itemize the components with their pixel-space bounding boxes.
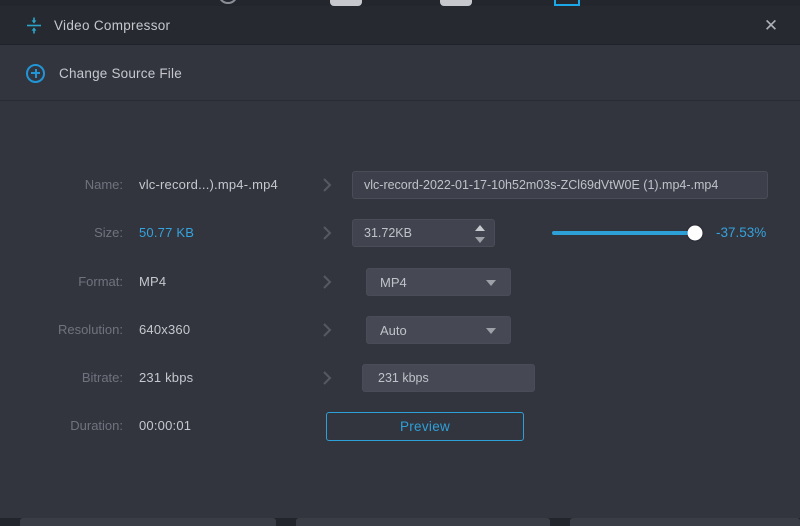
size-current-value: 50.77 KB xyxy=(139,219,194,247)
format-label: Format: xyxy=(0,268,123,296)
bitrate-input[interactable] xyxy=(362,364,535,392)
background-window-top-edge xyxy=(0,0,800,6)
change-source-file[interactable]: Change Source File xyxy=(0,46,800,101)
caret-down-icon xyxy=(486,280,496,286)
close-icon[interactable]: ✕ xyxy=(760,15,782,37)
compress-icon xyxy=(26,17,42,34)
resolution-dropdown-value: Auto xyxy=(380,323,407,338)
caret-down-icon xyxy=(486,328,496,334)
plus-circle-icon xyxy=(26,64,45,83)
spinner-down-icon[interactable] xyxy=(475,237,485,243)
resolution-dropdown[interactable]: Auto xyxy=(366,316,511,344)
size-reduction-percent: -37.53% xyxy=(716,219,766,247)
duration-label: Duration: xyxy=(0,412,123,440)
bitrate-current-value: 231 kbps xyxy=(139,364,193,392)
size-input[interactable] xyxy=(353,220,468,246)
background-card-fragment xyxy=(20,518,276,526)
background-tab-fragment xyxy=(330,0,362,6)
chevron-right-icon xyxy=(322,171,334,199)
spinner-up-icon[interactable] xyxy=(475,225,485,231)
resolution-label: Resolution: xyxy=(0,316,123,344)
size-label: Size: xyxy=(0,219,123,247)
change-source-file-label: Change Source File xyxy=(59,66,182,81)
background-card-fragment xyxy=(296,518,550,526)
chevron-right-icon xyxy=(322,364,334,392)
preview-button[interactable]: Preview xyxy=(326,412,524,441)
name-input[interactable] xyxy=(352,171,768,199)
size-spinner-buttons xyxy=(473,220,487,248)
dialog-title: Video Compressor xyxy=(54,18,170,33)
resolution-current-value: 640x360 xyxy=(139,316,190,344)
name-label: Name: xyxy=(0,171,123,199)
chevron-right-icon xyxy=(322,219,334,247)
background-card-fragment xyxy=(570,518,800,526)
bitrate-label: Bitrate: xyxy=(0,364,123,392)
format-current-value: MP4 xyxy=(139,268,166,296)
background-window-bottom-edge xyxy=(0,518,800,526)
background-selected-tab-fragment xyxy=(554,0,580,6)
chevron-right-icon xyxy=(322,316,334,344)
format-dropdown[interactable]: MP4 xyxy=(366,268,511,296)
background-tab-fragment xyxy=(440,0,472,6)
size-slider[interactable] xyxy=(552,219,700,247)
duration-current-value: 00:00:01 xyxy=(139,412,191,440)
video-compressor-dialog: Video Compressor ✕ Change Source File Na… xyxy=(0,0,800,526)
size-spinner xyxy=(352,219,495,247)
size-slider-track[interactable] xyxy=(552,231,700,235)
dialog-titlebar: Video Compressor ✕ xyxy=(0,6,800,45)
chevron-right-icon xyxy=(322,268,334,296)
size-slider-handle[interactable] xyxy=(687,226,702,241)
format-dropdown-value: MP4 xyxy=(380,275,407,290)
background-circle-icon xyxy=(218,0,238,4)
name-current-value: vlc-record...).mp4-.mp4 xyxy=(139,171,278,199)
